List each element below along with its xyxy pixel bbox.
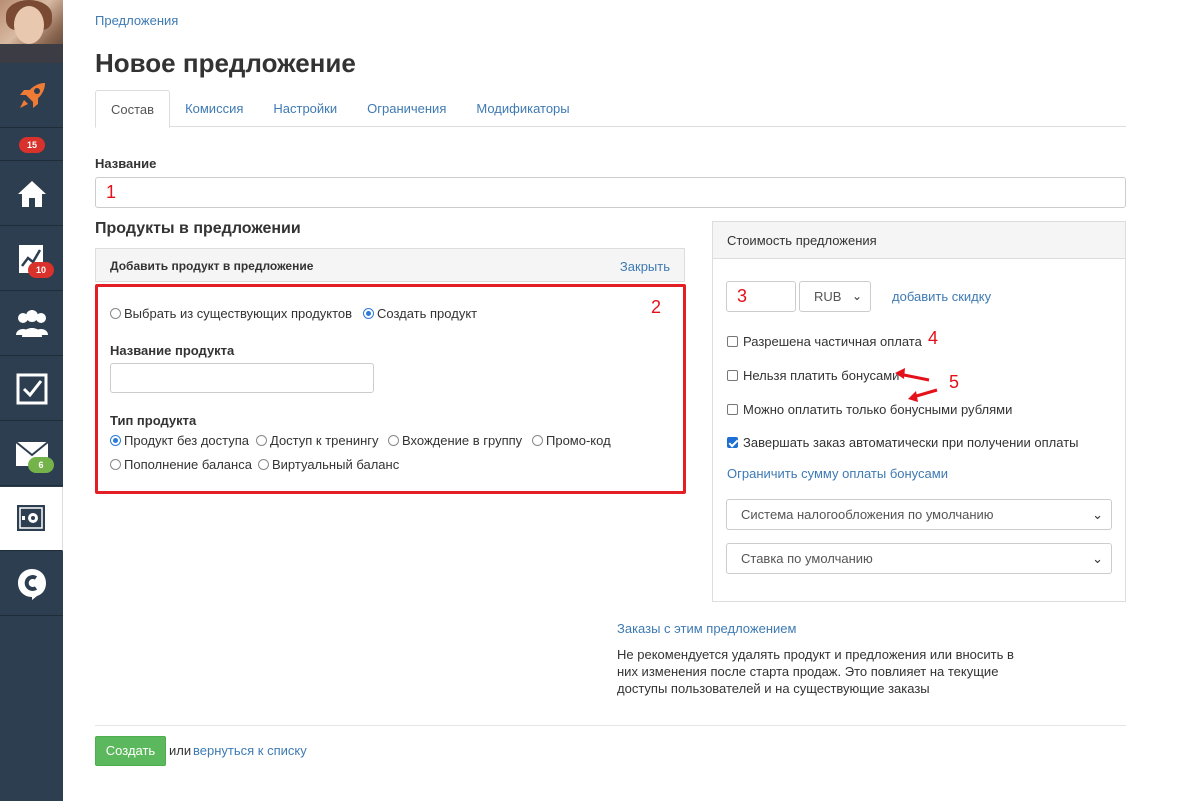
close-link[interactable]: Закрыть — [620, 259, 670, 274]
tab-settings[interactable]: Настройки — [258, 90, 352, 126]
warning-text: Не рекомендуется удалять продукт и предл… — [617, 647, 1014, 696]
safe-icon — [17, 504, 45, 531]
price-panel-header: Стоимость предложения — [713, 222, 1125, 259]
radio-circle — [110, 435, 121, 446]
radio-circle — [363, 308, 374, 319]
annotation-number: 2 — [651, 297, 662, 317]
radio-type-no-access[interactable]: Продукт без доступа — [110, 433, 249, 448]
product-type-label: Тип продукта — [110, 413, 197, 428]
breadcrumb[interactable]: Предложения — [95, 13, 178, 28]
tab-modifiers[interactable]: Модификаторы — [461, 90, 584, 126]
checkbox-only-bonus[interactable]: Можно оплатить только бонусными рублями — [727, 402, 1012, 417]
sidebar-item-stats[interactable]: 10 — [0, 227, 63, 291]
products-section-title: Продукты в предложении — [95, 220, 301, 237]
add-product-title: Добавить продукт в предложение — [110, 259, 314, 273]
back-to-list-link[interactable]: вернуться к списку — [193, 743, 307, 758]
limit-bonus-link[interactable]: Ограничить сумму оплаты бонусами — [727, 466, 948, 481]
checkbox-box — [727, 336, 738, 347]
product-name-input[interactable] — [110, 363, 374, 393]
page-title: Новое предложение — [95, 48, 356, 78]
radio-circle — [110, 459, 121, 470]
currency-select[interactable]: RUB ⌄ — [799, 281, 871, 312]
radio-circle — [388, 435, 399, 446]
price-input[interactable]: 3 — [726, 281, 796, 312]
radio-create-product[interactable]: Создать продукт — [363, 306, 477, 321]
product-name-label: Название продукта — [110, 343, 235, 358]
chevron-down-icon: ⌄ — [1092, 507, 1103, 522]
notification-badge: 6 — [28, 457, 54, 473]
radio-existing-product[interactable]: Выбрать из существующих продуктов — [110, 306, 352, 321]
notification-badge: 15 — [19, 137, 45, 153]
users-icon — [15, 309, 48, 337]
sidebar-item-tasks[interactable] — [0, 357, 63, 421]
tax-rate-select[interactable]: Ставка по умолчанию ⌄ — [726, 543, 1112, 574]
price-panel: Стоимость предложения 3 RUB ⌄ добавить с… — [712, 221, 1126, 602]
radio-circle — [258, 459, 269, 470]
sidebar-item-users[interactable] — [0, 292, 63, 356]
offer-name-input[interactable]: 1 — [95, 177, 1126, 208]
tab-restrictions[interactable]: Ограничения — [352, 90, 461, 126]
chevron-down-icon: ⌄ — [851, 289, 862, 303]
avatar[interactable] — [0, 0, 63, 63]
tab-commission[interactable]: Комиссия — [170, 90, 258, 126]
or-text: или — [169, 743, 192, 758]
create-button[interactable]: Создать — [95, 736, 166, 766]
sidebar: 15 10 6 — [0, 0, 63, 801]
sidebar-item-mail[interactable]: 6 — [0, 422, 63, 486]
tab-composition[interactable]: Состав — [95, 90, 171, 128]
add-discount-link[interactable]: добавить скидку — [892, 289, 991, 304]
name-label: Название — [95, 156, 157, 171]
radio-type-group[interactable]: Вхождение в группу — [388, 433, 522, 448]
notification-badge: 10 — [28, 262, 54, 278]
radio-circle — [256, 435, 267, 446]
arrow-icon — [895, 368, 938, 402]
sidebar-item-offers[interactable] — [0, 487, 63, 551]
checkbox-box — [727, 370, 738, 381]
radio-circle — [532, 435, 543, 446]
tab-bar: Состав Комиссия Настройки Ограничения Мо… — [95, 90, 1126, 128]
annotation-number: 4 — [928, 328, 939, 348]
tax-system-select[interactable]: Система налогообложения по умолчанию ⌄ — [726, 499, 1112, 530]
sidebar-item-rocket[interactable] — [0, 64, 63, 128]
orders-link[interactable]: Заказы с этим предложением — [617, 621, 796, 636]
radio-type-virtual-balance[interactable]: Виртуальный баланс — [258, 457, 399, 472]
chevron-down-icon: ⌄ — [1092, 551, 1103, 566]
checkbox-box — [727, 437, 738, 448]
sidebar-badge-row: 15 — [0, 129, 63, 161]
checkbox-box — [727, 404, 738, 415]
checkbox-icon — [16, 373, 47, 404]
checkbox-no-bonus[interactable]: Нельзя платить бонусами — [727, 368, 899, 383]
sidebar-item-home[interactable] — [0, 162, 63, 226]
annotation-number: 5 — [949, 372, 960, 392]
rocket-icon — [19, 82, 45, 108]
radio-type-balance[interactable]: Пополнение баланса — [110, 457, 252, 472]
checkbox-partial-payment[interactable]: Разрешена частичная оплата — [727, 334, 922, 349]
chat-logo-icon — [17, 568, 46, 600]
divider — [95, 725, 1126, 726]
radio-type-training[interactable]: Доступ к тренингу — [256, 433, 379, 448]
sidebar-item-chat[interactable] — [0, 552, 63, 616]
checkbox-auto-complete[interactable]: Завершать заказ автоматически при получе… — [727, 435, 1079, 450]
radio-circle — [110, 308, 121, 319]
radio-type-promo[interactable]: Промо-код — [532, 433, 611, 448]
home-icon — [17, 180, 46, 207]
add-product-panel-header: Добавить продукт в предложение Закрыть — [95, 248, 685, 282]
